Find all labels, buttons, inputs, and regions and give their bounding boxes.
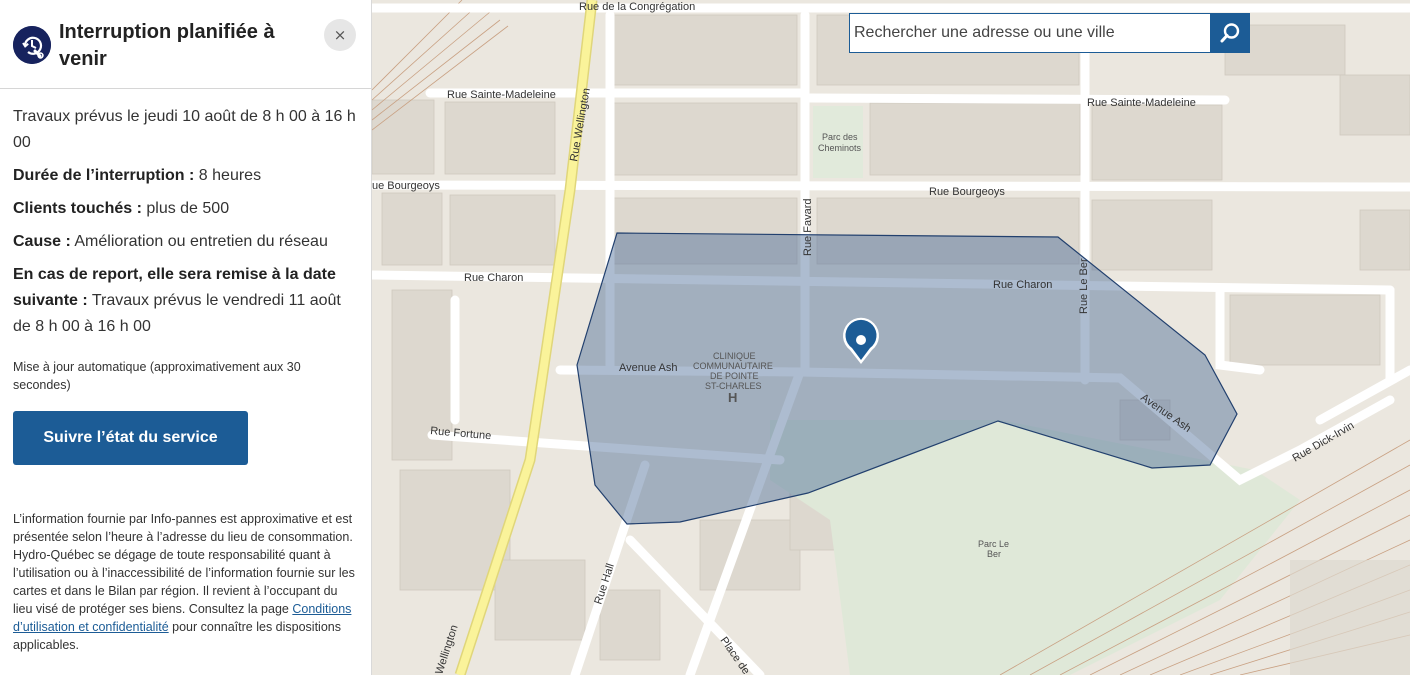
label-rue-bourgeoys-right: Rue Bourgeoys (929, 186, 1005, 198)
label-rue-charon-right: Rue Charon (993, 279, 1052, 291)
address-search-box (849, 13, 1211, 53)
rail-yard (1290, 560, 1410, 675)
panel-header: Interruption planifiée à venir × (0, 0, 371, 89)
duration-label: Durée de l’interruption : (13, 167, 195, 184)
cause-line: Cause : Amélioration ou entretien du rés… (13, 229, 361, 255)
disclaimer: L’information fournie par Info-pannes es… (13, 510, 358, 654)
label-clinique-1: CLINIQUE (713, 351, 756, 361)
outage-map[interactable]: Rue de la Congrégation Rue Sainte-Madele… (372, 0, 1410, 675)
clients-label: Clients touchés : (13, 200, 142, 217)
close-button[interactable]: × (324, 19, 356, 51)
search-input[interactable] (850, 14, 1210, 52)
label-rue-favard: Rue Favard (802, 199, 814, 256)
label-rue-charon-left: Rue Charon (464, 272, 523, 284)
parc-des-cheminots (813, 106, 863, 178)
duration-value: 8 heures (198, 167, 262, 184)
planned-work-line: Travaux prévus le jeudi 10 août de 8 h 0… (13, 104, 361, 156)
clients-line: Clients touchés : plus de 500 (13, 196, 361, 222)
label-rue-bourgeoys-left: ue Bourgeoys (372, 180, 440, 192)
planned-work-value: Travaux prévus le jeudi 10 août de 8 h 0… (13, 108, 356, 151)
label-parc-des-cheminots-1: Parc des (822, 132, 858, 142)
label-rue-sainte-madeleine-left: Rue Sainte-Madeleine (447, 89, 556, 101)
label-clinique-3: DE POINTE (710, 371, 759, 381)
outage-details-panel: Interruption planifiée à venir × Travaux… (0, 0, 372, 675)
search-icon (1220, 23, 1240, 43)
label-parc-des-cheminots-2: Cheminots (818, 143, 862, 153)
hospital-icon: H (728, 390, 737, 405)
panel-title: Interruption planifiée à venir (59, 21, 275, 70)
map-canvas[interactable]: Rue de la Congrégation Rue Sainte-Madele… (372, 0, 1410, 675)
label-rue-le-ber: Rue Le Ber (1078, 258, 1090, 314)
panel-body: Travaux prévus le jeudi 10 août de 8 h 0… (13, 104, 361, 465)
clock-wrench-icon (13, 26, 51, 64)
disclaimer-text: L’information fournie par Info-pannes es… (13, 512, 355, 616)
postponement-line: En cas de report, elle sera remise à la … (13, 262, 361, 340)
cause-label: Cause : (13, 233, 71, 250)
label-clinique-2: COMMUNAUTAIRE (693, 361, 773, 371)
label-parc-le-ber-1: Parc Le (978, 539, 1009, 549)
search-button[interactable] (1210, 13, 1250, 53)
label-avenue-ash-left: Avenue Ash (619, 362, 678, 374)
label-rue-congregation: Rue de la Congrégation (579, 1, 695, 13)
label-parc-le-ber-2: Ber (987, 549, 1001, 559)
label-rue-sainte-madeleine-right: Rue Sainte-Madeleine (1087, 97, 1196, 109)
follow-service-button[interactable]: Suivre l’état du service (13, 411, 248, 465)
auto-update-note: Mise à jour automatique (approximativeme… (13, 360, 301, 392)
cause-value: Amélioration ou entretien du réseau (74, 233, 328, 250)
duration-line: Durée de l’interruption : 8 heures (13, 163, 361, 189)
clients-value: plus de 500 (146, 200, 230, 217)
